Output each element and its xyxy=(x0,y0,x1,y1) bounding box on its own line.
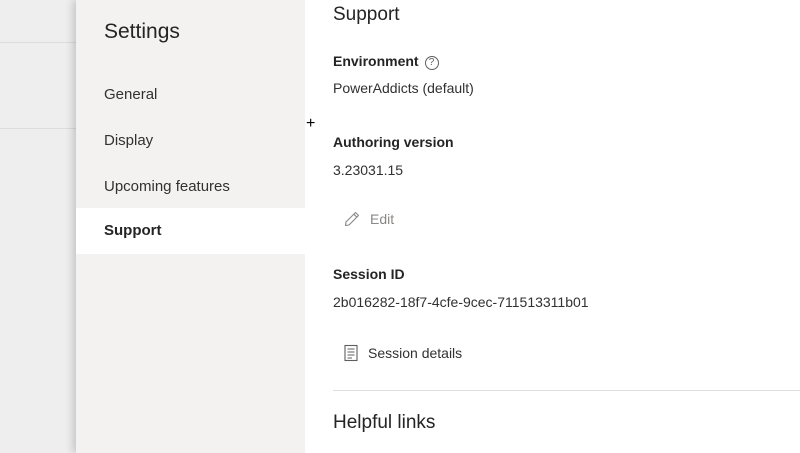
background-divider xyxy=(0,128,76,129)
document-icon xyxy=(344,344,358,362)
authoring-version-value: 3.23031.15 xyxy=(333,162,404,178)
environment-label-text: Environment xyxy=(333,53,419,69)
settings-nav: Settings General Display Upcoming featur… xyxy=(76,0,305,453)
support-title: Support xyxy=(333,4,400,25)
pencil-icon xyxy=(344,211,360,227)
settings-title: Settings xyxy=(104,20,180,43)
helpful-links-title: Helpful links xyxy=(333,412,436,433)
nav-item-general[interactable]: General xyxy=(76,72,305,118)
nav-item-support[interactable]: Support xyxy=(76,208,305,254)
session-details-button[interactable]: Session details xyxy=(343,339,462,367)
nav-item-label: Upcoming features xyxy=(104,178,230,195)
edit-button-label: Edit xyxy=(370,211,395,227)
environment-label: Environment? xyxy=(333,53,439,70)
session-details-label: Session details xyxy=(368,345,463,361)
nav-item-upcoming-features[interactable]: Upcoming features xyxy=(76,164,305,210)
background-divider xyxy=(0,42,76,43)
edit-button[interactable]: Edit xyxy=(343,205,394,233)
crosshair-cursor-icon: + xyxy=(306,115,316,132)
environment-value: PowerAddicts (default) xyxy=(333,80,474,96)
nav-item-label: General xyxy=(104,86,158,103)
support-panel: Support Environment? PowerAddicts (defau… xyxy=(333,0,800,453)
session-id-label: Session ID xyxy=(333,266,405,282)
nav-item-label: Display xyxy=(104,132,154,149)
section-divider xyxy=(333,390,800,391)
nav-item-label: Support xyxy=(104,222,162,239)
authoring-version-label: Authoring version xyxy=(333,134,454,150)
session-id-value: 2b016282-18f7-4cfe-9cec-711513311b01 xyxy=(333,294,589,310)
nav-item-display[interactable]: Display xyxy=(76,118,305,164)
help-icon[interactable]: ? xyxy=(424,56,439,70)
background-app-overlay xyxy=(0,0,76,453)
settings-dialog: Settings General Display Upcoming featur… xyxy=(76,0,800,453)
